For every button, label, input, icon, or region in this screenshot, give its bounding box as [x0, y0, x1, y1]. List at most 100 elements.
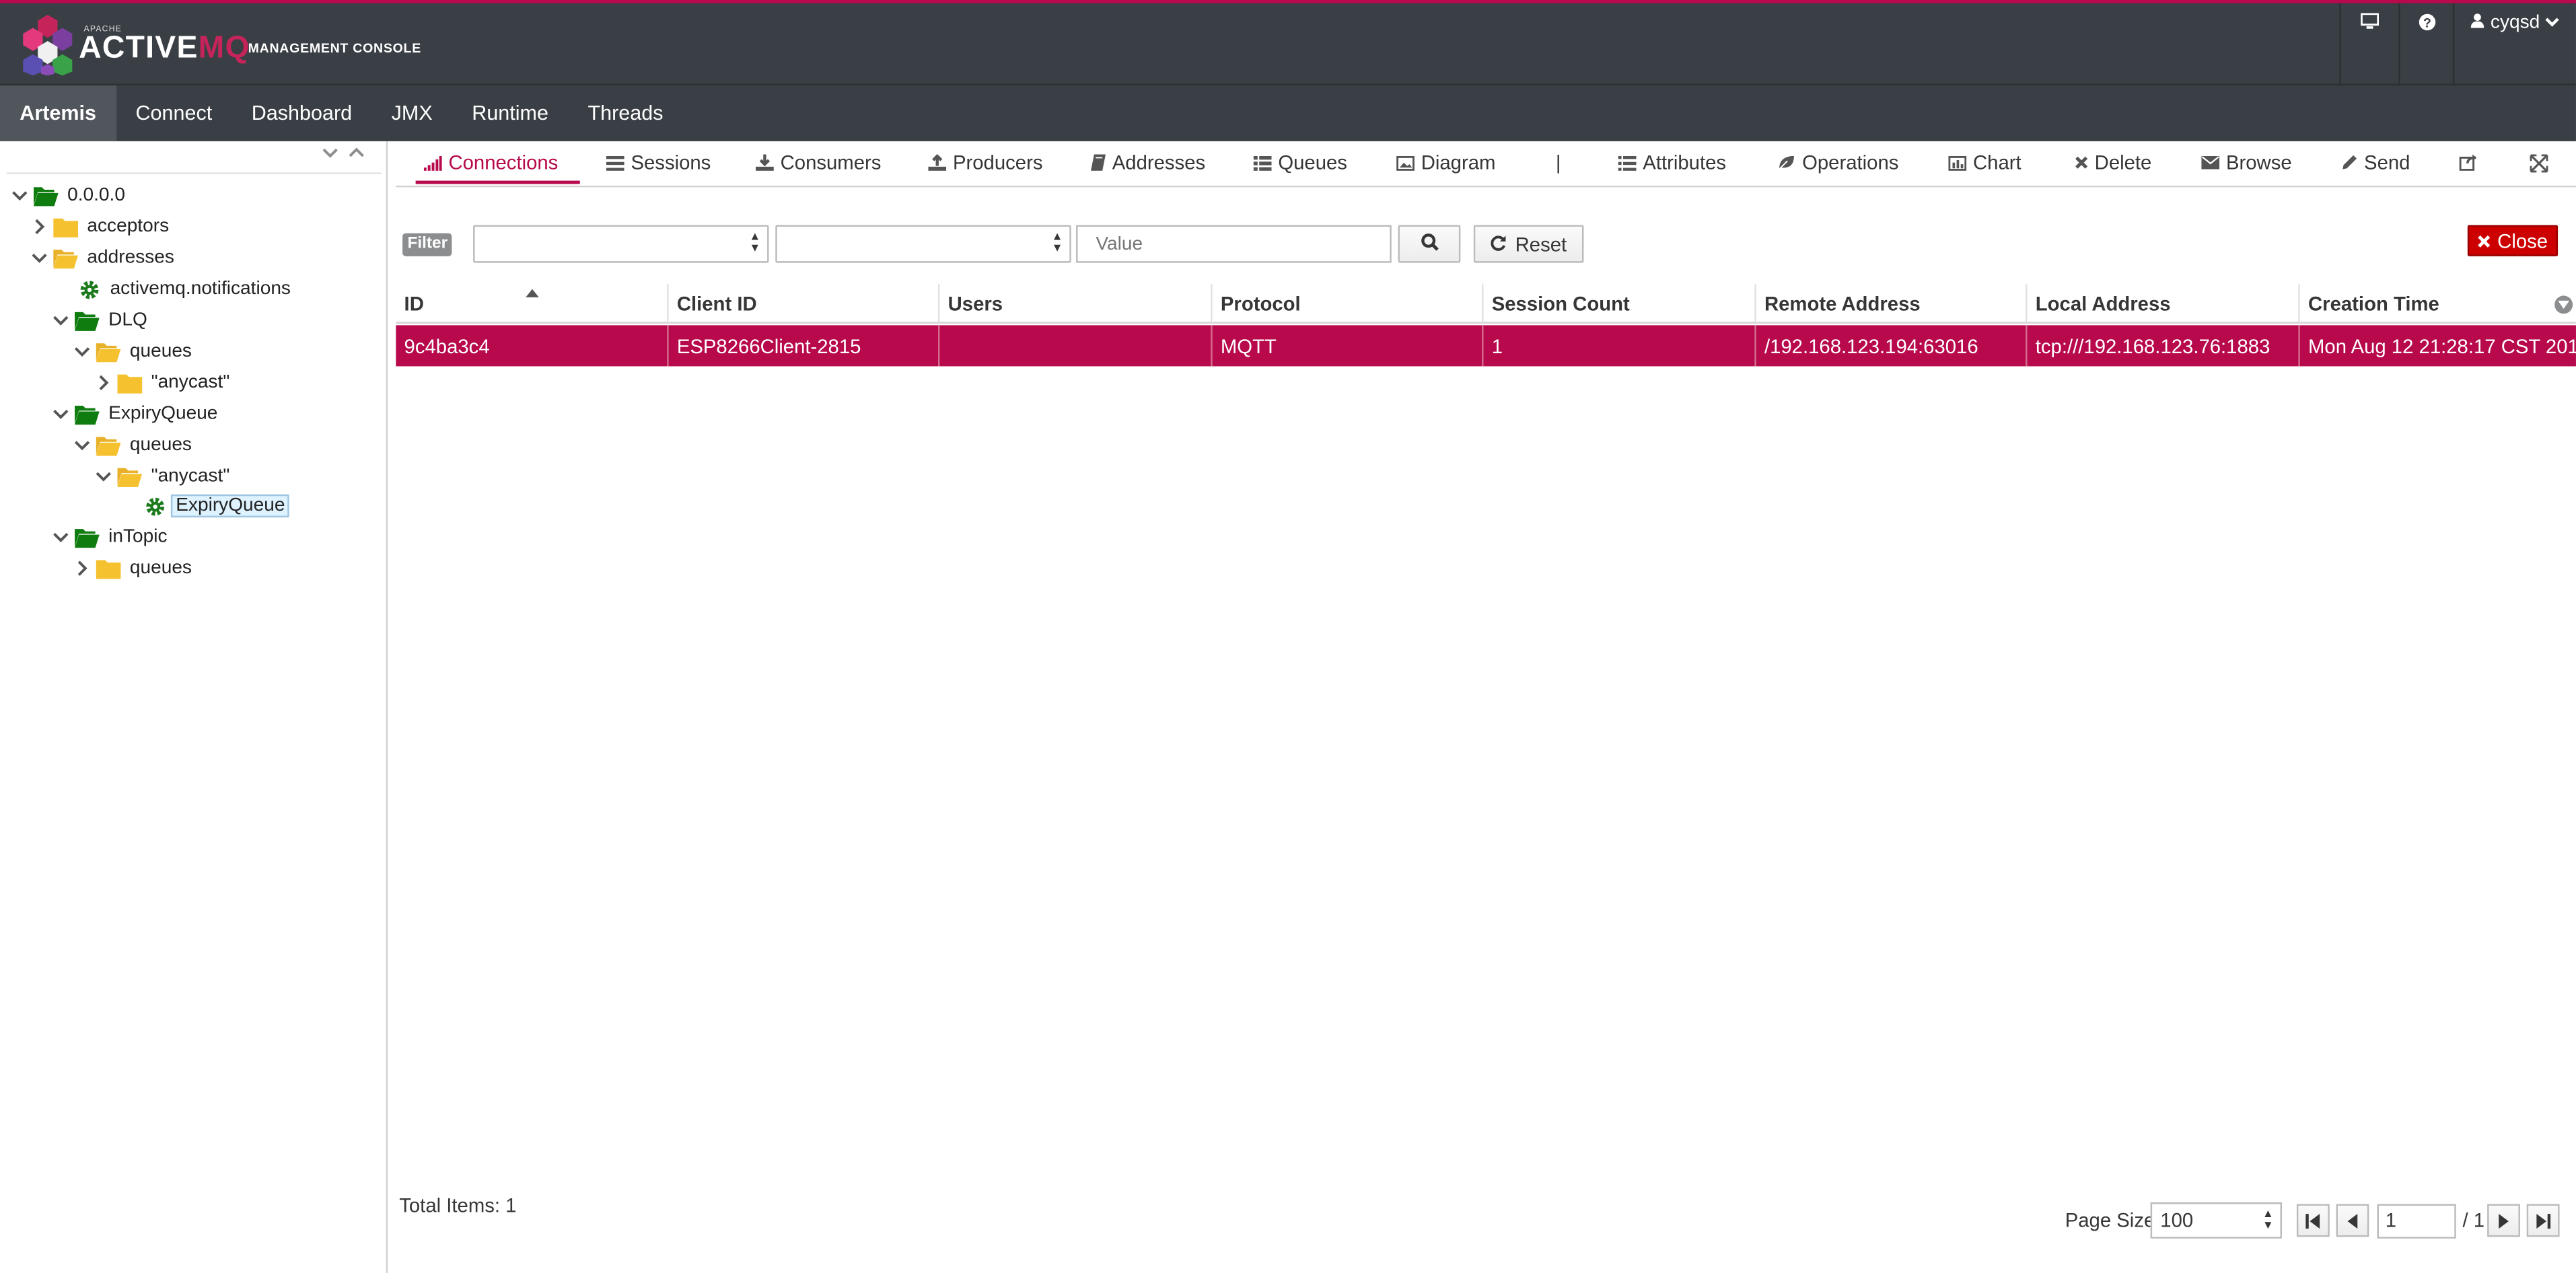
reset-button[interactable]: Reset: [1473, 225, 1584, 263]
tree-node-dlq[interactable]: DLQ: [51, 305, 147, 335]
tree-node-label: ExpiryQueue: [108, 404, 218, 424]
table-cell-remote-address: /192.168.123.194:63016: [1756, 325, 2028, 367]
tree-node-label: acceptors: [87, 217, 170, 237]
tree-node-expiryqueue[interactable]: ExpiryQueue: [51, 399, 218, 429]
next-page-button[interactable]: [2487, 1204, 2520, 1237]
chevron-right-icon[interactable]: [30, 212, 49, 242]
brand-name: ACTIVEMQ: [79, 31, 250, 66]
tab-queues[interactable]: Queues: [1253, 141, 1347, 184]
filter-operation-select[interactable]: ▲ ▼: [775, 225, 1071, 263]
tree-node-label: DLQ: [108, 310, 147, 330]
column-header-creation-time[interactable]: Creation Time: [2299, 284, 2576, 324]
tree-node-activemq-notifications[interactable]: activemq.notifications: [72, 275, 291, 304]
tab-operations[interactable]: Operations: [1777, 141, 1898, 184]
tree-filter[interactable]: [6, 143, 382, 174]
column-header-session-count[interactable]: Session Count: [1483, 284, 1756, 324]
book-icon: [1091, 154, 1106, 171]
tree-node-expiryqueue-queue[interactable]: ExpiryQueue: [138, 491, 290, 521]
chevron-down-icon[interactable]: [51, 522, 71, 552]
column-header-remote-address[interactable]: Remote Address: [1756, 284, 2028, 324]
select-arrows-icon: ▲ ▼: [749, 231, 761, 255]
fullscreen-icon[interactable]: [2530, 141, 2548, 184]
tab-attributes[interactable]: Attributes: [1618, 141, 1726, 184]
chevron-right-icon[interactable]: [72, 554, 92, 583]
close-button[interactable]: Close: [2467, 225, 2559, 256]
folder-icon: [116, 368, 143, 398]
column-header-client-id[interactable]: Client ID: [668, 284, 940, 324]
times-icon: [2075, 156, 2088, 170]
select-arrows-icon: ▲ ▼: [2262, 1208, 2274, 1232]
tab-consumers[interactable]: Consumers: [755, 141, 881, 184]
collapse-all-icon[interactable]: [349, 145, 365, 164]
tab-chart[interactable]: Chart: [1948, 141, 2022, 184]
tab-connections[interactable]: Connections: [423, 141, 558, 184]
tab-send[interactable]: Send: [2341, 141, 2410, 184]
tab-sessions[interactable]: Sessions: [606, 141, 711, 184]
tab-delete[interactable]: Delete: [2075, 141, 2151, 184]
nav-runtime[interactable]: Runtime: [452, 85, 568, 141]
tree-node-intopic-queues[interactable]: queues: [72, 554, 192, 583]
chevron-down-icon: [2545, 13, 2560, 33]
nav-artemis[interactable]: Artemis: [0, 85, 116, 141]
chevron-down-icon[interactable]: [51, 305, 71, 335]
first-page-button[interactable]: [2296, 1204, 2330, 1237]
last-page-button[interactable]: [2526, 1204, 2560, 1237]
column-header-local-address[interactable]: Local Address: [2027, 284, 2300, 324]
top-nav: Artemis Connect Dashboard JMX Runtime Th…: [0, 83, 2576, 141]
folder-open-icon: [96, 336, 122, 366]
search-button[interactable]: [1398, 225, 1461, 263]
help-icon[interactable]: ?: [2398, 3, 2453, 84]
chevron-down-icon[interactable]: [72, 336, 92, 366]
activemq-logo[interactable]: APACHE ACTIVEMQ MANAGEMENT CONSOLE: [23, 10, 421, 79]
leaf-icon: [1777, 154, 1795, 170]
table-cell-session-count: 1: [1483, 325, 1756, 367]
tree-node-acceptors[interactable]: acceptors: [30, 212, 169, 242]
sidebar-tree: 0.0.0.0 acceptors addresses activemq.not…: [0, 141, 388, 1273]
prev-page-button[interactable]: [2336, 1204, 2369, 1237]
page-number-input[interactable]: 1: [2377, 1204, 2456, 1239]
pencil-icon: [2341, 154, 2357, 170]
tree-node-dlq-anycast[interactable]: "anycast": [94, 368, 229, 398]
nav-connect[interactable]: Connect: [116, 85, 231, 141]
filter-value-input[interactable]: [1076, 225, 1392, 263]
page-size-select[interactable]: 100 ▲ ▼: [2150, 1202, 2282, 1239]
tab-producers[interactable]: Producers: [928, 141, 1043, 184]
user-icon: [2470, 13, 2484, 33]
filter-field-select[interactable]: ▲ ▼: [473, 225, 769, 263]
chevron-down-icon[interactable]: [51, 399, 71, 429]
chevron-down-icon[interactable]: [30, 243, 49, 272]
tab-addresses[interactable]: Addresses: [1091, 141, 1205, 184]
tree-node-broker[interactable]: 0.0.0.0: [10, 181, 125, 211]
chevron-right-icon[interactable]: [94, 368, 113, 398]
chevron-down-icon[interactable]: [72, 431, 92, 460]
chevron-down-icon[interactable]: [10, 181, 30, 211]
folder-open-icon: [74, 522, 100, 552]
tree-node-label: 0.0.0.0: [67, 185, 125, 206]
column-header-users[interactable]: Users: [939, 284, 1213, 324]
first-page-icon: [2305, 1212, 2320, 1228]
nav-jmx[interactable]: JMX: [371, 85, 452, 141]
tree-node-addresses[interactable]: addresses: [30, 243, 174, 272]
next-page-icon: [2499, 1212, 2509, 1228]
share-icon[interactable]: [2459, 141, 2478, 184]
tree-node-intopic[interactable]: inTopic: [51, 522, 168, 552]
tab-diagram[interactable]: Diagram: [1396, 141, 1495, 184]
expand-all-icon[interactable]: [322, 145, 338, 164]
column-header-id[interactable]: ID: [396, 284, 669, 324]
total-items: Total Items: 1: [399, 1194, 517, 1218]
sort-ascending-icon: [526, 289, 539, 297]
nav-threads[interactable]: Threads: [568, 85, 683, 141]
tab-browse[interactable]: Browse: [2201, 141, 2292, 184]
nav-dashboard[interactable]: Dashboard: [231, 85, 371, 141]
tree-node-dlq-queues[interactable]: queues: [72, 336, 192, 366]
user-menu[interactable]: cyqsd: [2452, 3, 2576, 84]
tree-node-expiry-anycast[interactable]: "anycast": [94, 462, 229, 491]
column-header-protocol[interactable]: Protocol: [1212, 284, 1484, 324]
brand-console: MANAGEMENT CONSOLE: [248, 41, 421, 57]
column-menu-icon[interactable]: [2554, 295, 2573, 314]
tree-node-expiry-queues[interactable]: queues: [72, 431, 192, 460]
chevron-down-icon[interactable]: [94, 462, 113, 491]
desktop-icon[interactable]: [2339, 3, 2398, 84]
folder-open-icon: [74, 305, 100, 335]
table-cell-users: [939, 325, 1213, 367]
